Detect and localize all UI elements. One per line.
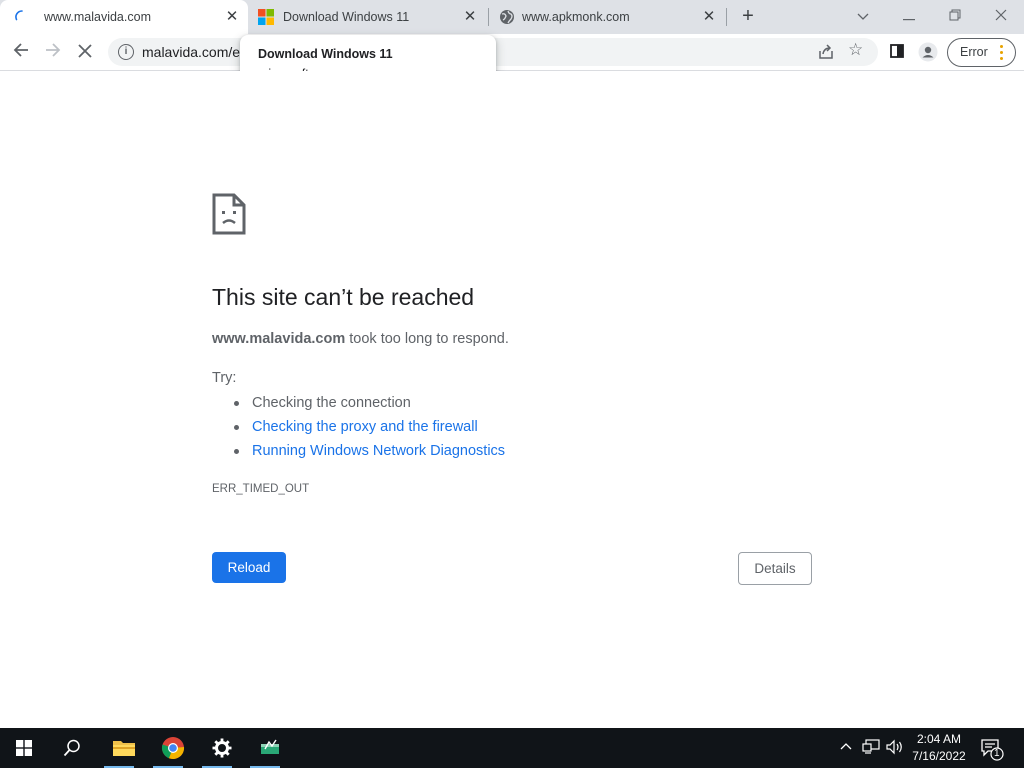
- details-button[interactable]: Details: [738, 552, 812, 585]
- search-button[interactable]: [48, 728, 96, 768]
- notification-center-button[interactable]: 1: [980, 737, 1004, 761]
- reload-button[interactable]: Reload: [212, 552, 286, 583]
- suggestions-list: Checking the connection Checking the pro…: [234, 394, 505, 466]
- search-icon: [63, 739, 80, 757]
- try-label: Try:: [212, 370, 237, 386]
- tab-strip: www.malavida.com ✕ Download Windows 11 ✕…: [0, 0, 1024, 34]
- suggestion-check-proxy-link[interactable]: Checking the proxy and the firewall: [234, 418, 505, 442]
- error-chip-label: Error: [960, 45, 988, 59]
- hover-card-title: Download Windows 11: [258, 47, 393, 61]
- minimize-icon[interactable]: [897, 5, 921, 27]
- gear-icon: [212, 738, 232, 758]
- share-icon[interactable]: [816, 42, 836, 62]
- restore-icon[interactable]: [943, 5, 967, 27]
- error-code: ERR_TIMED_OUT: [212, 483, 310, 495]
- tab-apkmonk[interactable]: www.apkmonk.com ✕: [489, 0, 727, 34]
- microsoft-logo-icon: [258, 9, 274, 25]
- browser-toolbar: i malavida.com/e ☆ Error: [0, 34, 1024, 71]
- windows-taskbar: 2:04 AM 7/16/2022 1: [0, 728, 1024, 768]
- tab-search-chevron-icon[interactable]: [851, 5, 875, 27]
- sad-page-icon: [212, 193, 246, 235]
- new-tab-button[interactable]: +: [738, 6, 758, 27]
- show-hidden-icons-chevron[interactable]: [840, 738, 852, 753]
- chrome-taskbar-button[interactable]: [149, 728, 197, 768]
- taskbar-clock[interactable]: 2:04 AM 7/16/2022: [906, 731, 972, 765]
- volume-icon[interactable]: [886, 739, 904, 758]
- notification-count-badge: 1: [994, 748, 1000, 759]
- error-heading: This site can’t be reached: [212, 284, 475, 310]
- tab-malavida[interactable]: www.malavida.com ✕: [0, 0, 248, 34]
- settings-taskbar-button[interactable]: [198, 728, 246, 768]
- site-info-icon[interactable]: i: [118, 44, 134, 60]
- tab-title: Download Windows 11: [283, 10, 410, 24]
- clock-date: 7/16/2022: [912, 749, 966, 763]
- suggestion-check-connection: Checking the connection: [234, 394, 505, 418]
- error-host: www.malavida.com: [212, 331, 346, 347]
- loading-spinner-icon: [15, 10, 23, 21]
- tab-title: www.apkmonk.com: [522, 10, 630, 24]
- back-arrow-icon[interactable]: [10, 42, 32, 64]
- side-panel-icon[interactable]: [886, 42, 908, 64]
- profile-avatar-icon[interactable]: [917, 42, 939, 64]
- tab-download-windows[interactable]: Download Windows 11 ✕: [248, 0, 488, 34]
- folder-icon: [113, 741, 135, 756]
- menu-dots-icon: [1000, 45, 1004, 63]
- bookmark-star-icon[interactable]: ☆: [848, 40, 863, 60]
- stop-loading-icon[interactable]: [74, 42, 96, 64]
- close-tab-icon[interactable]: ✕: [462, 9, 478, 25]
- page-content: This site can’t be reached www.malavida.…: [0, 71, 1024, 728]
- tab-separator: [726, 8, 727, 26]
- error-message: took too long to respond.: [345, 331, 509, 347]
- tab-title: www.malavida.com: [44, 10, 151, 24]
- file-explorer-button[interactable]: [100, 728, 148, 768]
- network-icon[interactable]: [862, 739, 880, 758]
- notification-icon: [981, 739, 1004, 761]
- forward-arrow-icon[interactable]: [42, 42, 64, 64]
- close-tab-icon[interactable]: ✕: [224, 9, 240, 25]
- close-window-icon[interactable]: [989, 5, 1013, 27]
- error-description: www.malavida.com took too long to respon…: [212, 331, 509, 347]
- app-taskbar-button[interactable]: [246, 728, 294, 768]
- address-url[interactable]: malavida.com/e: [142, 44, 240, 60]
- close-tab-icon[interactable]: ✕: [701, 9, 717, 25]
- windows-logo-icon: [16, 740, 32, 756]
- suggestion-network-diagnostics-link[interactable]: Running Windows Network Diagnostics: [234, 442, 505, 466]
- chrome-icon: [161, 737, 185, 759]
- globe-icon: [500, 10, 514, 24]
- app-icon: [261, 739, 279, 754]
- start-button[interactable]: [0, 728, 48, 768]
- error-menu-button[interactable]: Error: [947, 38, 1016, 67]
- clock-time: 2:04 AM: [916, 732, 962, 746]
